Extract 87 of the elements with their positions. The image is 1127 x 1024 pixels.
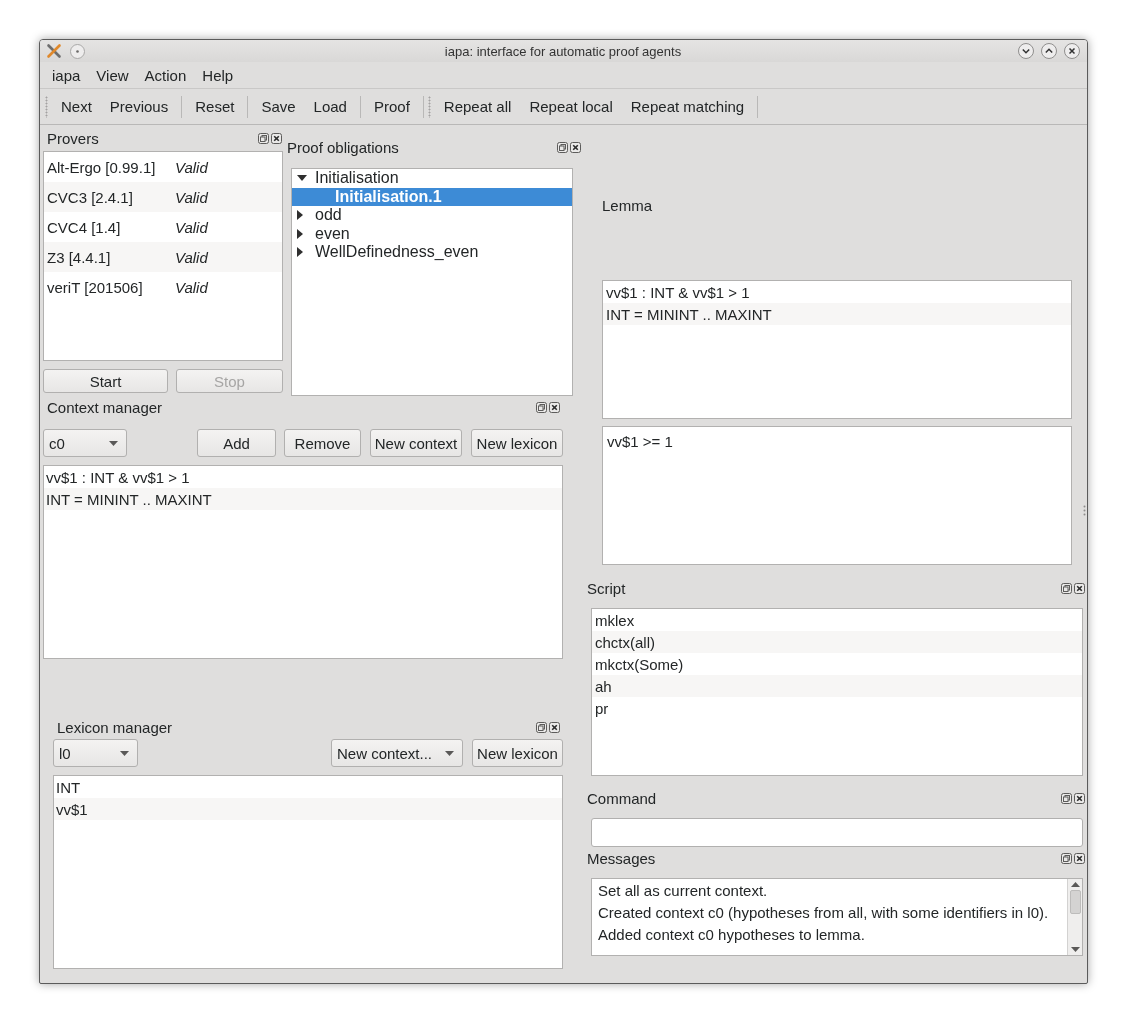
toolbar-button[interactable]: Reset (186, 94, 244, 119)
float-icon[interactable] (1061, 852, 1072, 864)
minimize-icon[interactable] (1018, 43, 1034, 59)
tree-item[interactable]: Initialisation (292, 169, 572, 188)
float-icon[interactable] (557, 142, 568, 153)
caret-down-icon (120, 750, 129, 756)
prover-status: Valid (175, 248, 208, 266)
toolbar-button[interactable]: Repeat local (520, 94, 622, 119)
context-select[interactable]: c0 (43, 429, 127, 457)
close-icon[interactable] (549, 401, 560, 413)
menu-item[interactable]: View (88, 64, 137, 86)
dock-title: Script (587, 579, 626, 597)
lexicon-select[interactable]: l0 (53, 739, 138, 767)
splitter-grip-icon[interactable] (1083, 505, 1086, 516)
remove-button[interactable]: Remove (284, 429, 361, 457)
menu-item[interactable]: Help (194, 64, 242, 86)
toolbar-button[interactable]: Previous (100, 94, 178, 119)
prover-status: Valid (175, 218, 208, 236)
identifier-item[interactable]: vv$1 (54, 798, 562, 820)
close-icon[interactable] (271, 132, 282, 144)
crossed-tools-icon[interactable] (46, 43, 62, 59)
toolbar-button[interactable]: Next (52, 94, 101, 119)
message-line: Created context c0 (hypotheses from all, with some identifiers in l0). (598, 903, 1050, 923)
close-icon[interactable] (1074, 792, 1085, 804)
dock-title: Context manager (47, 398, 163, 416)
dock-title: Messages (587, 849, 656, 867)
toolbar-button[interactable]: Repeat all (434, 94, 521, 119)
close-icon[interactable] (1074, 582, 1085, 594)
collapsed-arrow-icon[interactable] (297, 247, 303, 258)
toolbar-button[interactable]: Load (304, 94, 356, 119)
toolbar-handle[interactable] (427, 95, 431, 118)
toolbar-button[interactable]: Repeat matching (621, 94, 754, 119)
menu-item[interactable]: Action (136, 64, 195, 86)
prover-status: Valid (175, 188, 208, 206)
prover-name: Alt-Ergo [0.99.1] (47, 158, 157, 176)
caret-down-icon (109, 440, 118, 446)
tree-item[interactable]: odd (292, 206, 572, 225)
float-icon[interactable] (258, 132, 269, 144)
close-icon[interactable] (1064, 43, 1080, 59)
scroll-up-arrow-icon[interactable] (1070, 882, 1080, 887)
command-input[interactable] (591, 818, 1083, 847)
prover-name: CVC4 [1.4] (47, 218, 122, 236)
scroll-down-arrow-icon[interactable] (1070, 947, 1080, 952)
dock-title: Provers (47, 129, 99, 147)
hypothesis-item[interactable]: INT = MININT .. MAXINT (603, 303, 1071, 325)
toolbar-button[interactable]: Proof (364, 94, 419, 119)
message-line: Added context c0 hypotheses to lemma. (598, 925, 866, 945)
circle-dot-icon[interactable] (70, 43, 85, 59)
prover-name: veriT [201506] (47, 278, 144, 296)
close-icon[interactable] (549, 721, 560, 733)
dock-title: Command (587, 789, 657, 807)
close-icon[interactable] (570, 142, 581, 153)
new-context-select[interactable]: New context... (331, 739, 463, 767)
collapsed-arrow-icon[interactable] (297, 210, 303, 221)
new-lexicon-button[interactable]: New lexicon (471, 429, 563, 457)
dock-title: Lexicon manager (57, 718, 173, 736)
tree-item[interactable]: WellDefinedness_even (292, 243, 572, 262)
prover-name: Z3 [4.4.1] (47, 248, 112, 266)
close-icon[interactable] (1074, 852, 1085, 864)
hypothesis-item[interactable]: INT = MININT .. MAXINT (44, 488, 562, 510)
tree-item[interactable]: Initialisation.1 (292, 187, 572, 206)
prover-status: Valid (175, 158, 208, 176)
lemma-label: Lemma (602, 198, 653, 214)
prover-status: Valid (175, 278, 208, 296)
menu-item[interactable]: iapa (44, 64, 89, 86)
maximize-icon[interactable] (1041, 43, 1057, 59)
window-title: iapa: interface for automatic proof agents (444, 43, 682, 59)
tree-item[interactable]: even (292, 224, 572, 243)
float-icon[interactable] (1061, 792, 1072, 804)
collapsed-arrow-icon[interactable] (297, 228, 303, 239)
float-icon[interactable] (536, 401, 547, 413)
scrollbar[interactable] (1067, 879, 1082, 955)
message-line: Set all as current context. (598, 881, 769, 901)
new-context-button[interactable]: New context (370, 429, 462, 457)
scrollbar-thumb[interactable] (1069, 890, 1081, 914)
new-lexicon-button[interactable]: New lexicon (472, 739, 563, 767)
start-button[interactable]: Start (43, 369, 168, 393)
float-icon[interactable] (1061, 582, 1072, 594)
toolbar-button[interactable]: Save (252, 94, 305, 119)
caret-down-icon (445, 750, 454, 756)
dock-title: Proof obligations (287, 139, 399, 156)
add-button[interactable]: Add (197, 429, 276, 457)
expanded-arrow-icon[interactable] (297, 175, 307, 182)
toolbar-handle[interactable] (45, 95, 48, 118)
float-icon[interactable] (536, 721, 547, 733)
goal-text: vv$1 >= 1 (607, 433, 673, 450)
prover-name: CVC3 [2.4.1] (47, 188, 134, 206)
